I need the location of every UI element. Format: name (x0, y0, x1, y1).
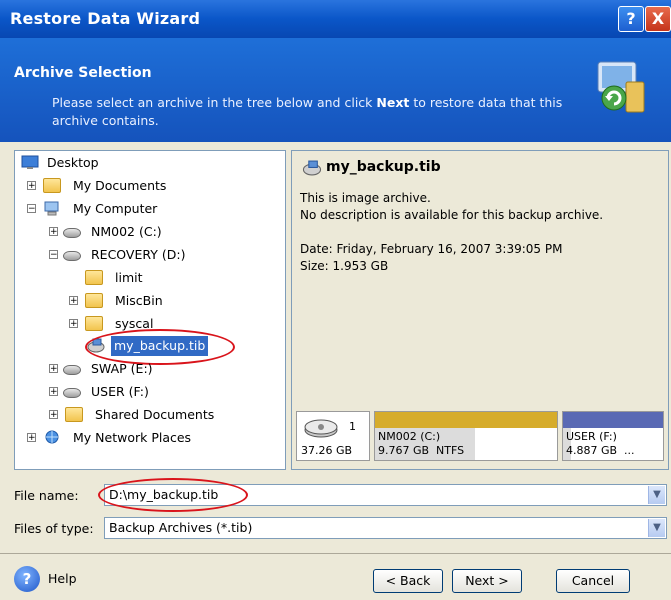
header-title: Archive Selection (14, 65, 152, 81)
documents-folder-icon (43, 178, 61, 193)
drive-icon (63, 251, 81, 261)
expand-plus-icon[interactable]: + (49, 227, 58, 237)
tree-item-label: RECOVERY (D:) (91, 247, 186, 262)
header-desc-bold: Next (376, 95, 410, 110)
computer-icon (44, 201, 59, 216)
partition-c[interactable]: NM002 (C:) 9.767 GB NTFS (374, 411, 558, 461)
disk-size: 37.26 GB (301, 444, 353, 457)
expand-plus-icon[interactable]: + (49, 387, 58, 397)
partition-f[interactable]: USER (F:) 4.887 GB ... (562, 411, 664, 461)
partition-color-bar (563, 412, 663, 428)
file-type-combo[interactable]: Backup Archives (*.tib) ▼ (104, 517, 667, 539)
back-button[interactable]: < Back (373, 569, 443, 593)
archive-description-text: No description is available for this bac… (300, 208, 604, 222)
folder-icon (85, 316, 103, 331)
hard-disk-icon (304, 419, 338, 438)
desktop-icon (21, 155, 39, 169)
expand-plus-icon[interactable]: + (49, 364, 58, 374)
archive-size: Size: 1.953 GB (300, 259, 389, 273)
drive-icon (63, 365, 81, 375)
help-link[interactable]: Help (48, 571, 77, 586)
tree-item-label: NM002 (C:) (91, 224, 162, 239)
archive-info-panel: my_backup.tib This is image archive. No … (291, 150, 669, 470)
folder-icon (85, 270, 103, 285)
partition-name: USER (F:) (566, 430, 617, 443)
folder-icon (85, 293, 103, 308)
archive-info-pane: my_backup.tib This is image archive. No … (292, 151, 668, 407)
backup-archive-icon (302, 160, 322, 176)
restore-wizard-icon (597, 61, 645, 113)
chevron-down-icon[interactable]: ▼ (648, 519, 665, 537)
tree-item-label: Desktop (47, 155, 99, 170)
tree-item-label: My Network Places (73, 430, 192, 445)
expand-plus-icon[interactable]: + (69, 296, 78, 306)
header-desc-before: Please select an archive in the tree bel… (52, 95, 377, 110)
file-type-value: Backup Archives (*.tib) (109, 520, 253, 535)
chevron-down-icon[interactable]: ▼ (648, 486, 665, 504)
next-button[interactable]: Next > (452, 569, 522, 593)
tree-item-label: limit (115, 270, 143, 285)
disk-number: 1 (349, 420, 356, 433)
collapse-minus-icon[interactable]: − (49, 250, 58, 260)
archive-type-text: This is image archive. (300, 191, 431, 205)
help-icon[interactable]: ? (14, 566, 40, 592)
footer-separator (0, 553, 671, 554)
network-places-icon (45, 430, 59, 444)
title-bar[interactable]: Restore Data Wizard ? X (0, 0, 671, 38)
expand-plus-icon[interactable]: + (49, 410, 58, 420)
folder-tree[interactable]: Desktop + My Documents − My Computer + N… (14, 150, 286, 470)
partition-detail: 9.767 GB NTFS (378, 444, 465, 457)
expand-plus-icon[interactable]: + (27, 181, 36, 191)
tree-item-label: SWAP (E:) (91, 361, 153, 376)
disk-info-box[interactable]: 1 37.26 GB (296, 411, 370, 461)
folder-icon (65, 407, 83, 422)
title-close-button[interactable]: X (645, 6, 671, 32)
file-name-label: File name: (14, 488, 79, 503)
partition-color-bar (375, 412, 557, 428)
annotation-circle (98, 478, 248, 512)
drive-icon (63, 228, 81, 238)
title-help-button[interactable]: ? (618, 6, 644, 32)
wizard-header: Archive Selection Please select an archi… (0, 38, 671, 142)
expand-plus-icon[interactable]: + (69, 319, 78, 329)
header-description: Please select an archive in the tree bel… (52, 94, 572, 130)
archive-name: my_backup.tib (326, 159, 441, 175)
collapse-minus-icon[interactable]: − (27, 204, 36, 214)
partition-detail: 4.887 GB ... (566, 444, 635, 457)
archive-date: Date: Friday, February 16, 2007 3:39:05 … (300, 242, 563, 256)
window-title: Restore Data Wizard (10, 9, 201, 28)
tree-item-label: MiscBin (115, 293, 163, 308)
tree-item-label: My Computer (73, 201, 158, 216)
restore-data-wizard-window: Restore Data Wizard ? X Archive Selectio… (0, 0, 671, 600)
partition-name: NM002 (C:) (378, 430, 441, 443)
file-type-label: Files of type: (14, 521, 94, 536)
tree-item-label: USER (F:) (91, 384, 149, 399)
expand-plus-icon[interactable]: + (27, 433, 36, 443)
tree-item-label: Shared Documents (95, 407, 215, 422)
cancel-button[interactable]: Cancel (556, 569, 630, 593)
tree-item-label: My Documents (73, 178, 167, 193)
disk-map: 1 37.26 GB NM002 (C:) 9.767 GB NTFS USER… (292, 407, 668, 469)
drive-icon (63, 388, 81, 398)
